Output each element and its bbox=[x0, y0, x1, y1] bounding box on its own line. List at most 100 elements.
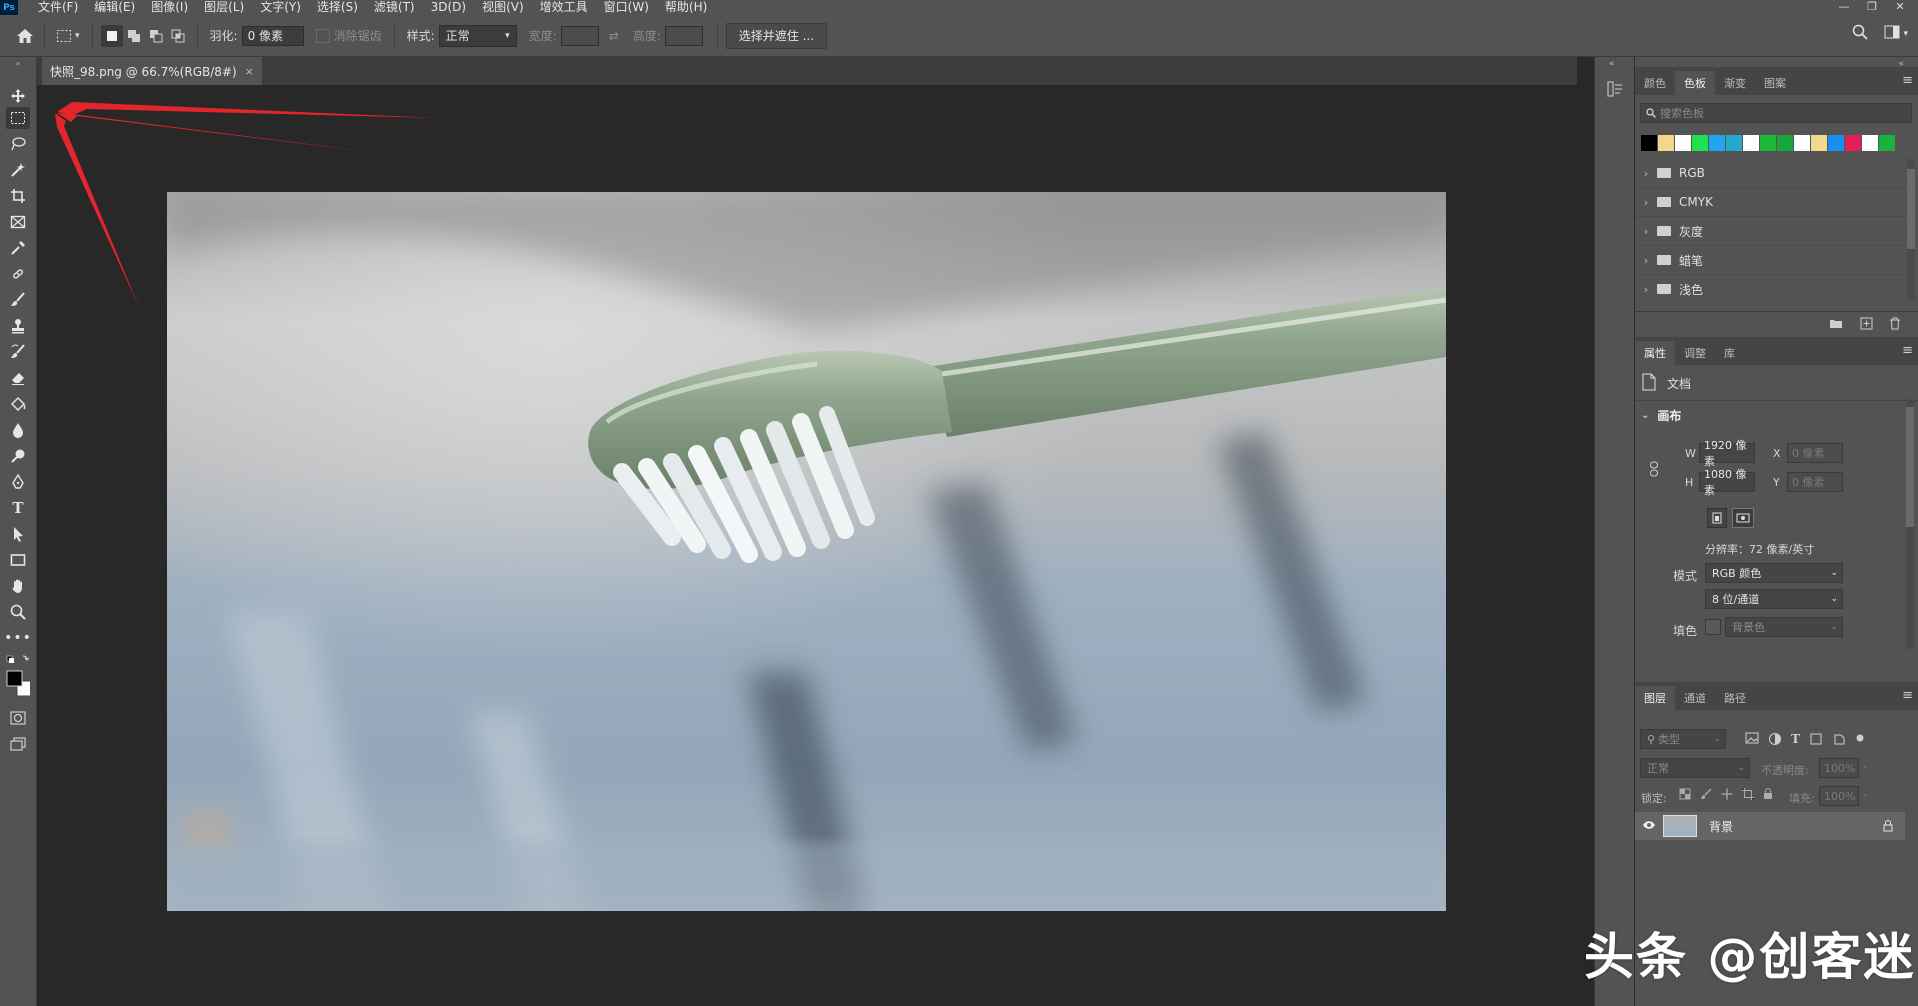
minimize-button[interactable]: — bbox=[1830, 0, 1858, 15]
menu-type[interactable]: 文字(Y) bbox=[252, 0, 309, 15]
chevron-down-icon[interactable]: ▾ bbox=[75, 31, 80, 41]
color-swatch[interactable] bbox=[1777, 135, 1794, 151]
paint-bucket-tool-icon[interactable] bbox=[6, 393, 30, 415]
swatch-group-light[interactable]: › 浅色 bbox=[1635, 275, 1905, 303]
antialias-checkbox[interactable] bbox=[315, 28, 330, 43]
fill-color-chip[interactable] bbox=[1705, 619, 1721, 635]
tab-channels[interactable]: 通道 bbox=[1675, 686, 1715, 710]
tab-color[interactable]: 颜色 bbox=[1635, 71, 1675, 95]
marquee-preset-icon[interactable] bbox=[53, 25, 75, 47]
workspace-icon[interactable] bbox=[1884, 25, 1900, 42]
panel-menu-icon[interactable]: ≡ bbox=[1902, 688, 1913, 703]
lock-all-icon[interactable] bbox=[1763, 788, 1773, 803]
scrollbar[interactable] bbox=[1907, 159, 1915, 299]
menu-edit[interactable]: 编辑(E) bbox=[86, 0, 143, 15]
color-swatches-icon[interactable] bbox=[6, 669, 30, 699]
menu-window[interactable]: 窗口(W) bbox=[596, 0, 657, 15]
color-swatch[interactable] bbox=[1845, 135, 1862, 151]
restore-button[interactable]: ❐ bbox=[1858, 0, 1886, 15]
close-button[interactable]: ✕ bbox=[1886, 0, 1914, 15]
filter-toggle-icon[interactable] bbox=[1855, 732, 1865, 749]
canvas-x-input[interactable]: 0 像素 bbox=[1787, 443, 1843, 463]
tab-layers[interactable]: 图层 bbox=[1635, 686, 1675, 710]
canvas-section-header[interactable]: ⌄ 画布 bbox=[1641, 407, 1681, 424]
clone-stamp-tool-icon[interactable] bbox=[6, 315, 30, 337]
chevron-down-icon[interactable]: ⌄ bbox=[1861, 789, 1869, 799]
menu-select[interactable]: 选择(S) bbox=[309, 0, 366, 15]
more-tools-icon[interactable]: ••• bbox=[4, 627, 31, 649]
add-selection-icon[interactable] bbox=[123, 25, 145, 47]
tab-adjustments[interactable]: 调整 bbox=[1675, 341, 1715, 365]
delete-icon[interactable] bbox=[1889, 317, 1901, 333]
opacity-input[interactable]: 100% bbox=[1819, 758, 1859, 778]
type-filter-icon[interactable]: T bbox=[1791, 732, 1800, 749]
eyedropper-tool-icon[interactable] bbox=[6, 237, 30, 259]
rectangle-tool-icon[interactable] bbox=[6, 549, 30, 571]
tab-gradients[interactable]: 渐变 bbox=[1715, 71, 1755, 95]
swatch-group-grayscale[interactable]: › 灰度 bbox=[1635, 217, 1905, 246]
chevron-down-icon[interactable]: ▾ bbox=[1903, 29, 1908, 39]
tab-patterns[interactable]: 图案 bbox=[1755, 71, 1795, 95]
color-swatch[interactable] bbox=[1760, 135, 1777, 151]
shape-filter-icon[interactable] bbox=[1809, 732, 1823, 749]
layer-row-background[interactable]: 背景 bbox=[1635, 812, 1905, 840]
eraser-tool-icon[interactable] bbox=[6, 367, 30, 389]
menu-filter[interactable]: 滤镜(T) bbox=[366, 0, 423, 15]
feather-input[interactable]: 0 像素 bbox=[241, 25, 304, 46]
color-swatch[interactable] bbox=[1828, 135, 1845, 151]
screen-mode-icon[interactable] bbox=[6, 733, 30, 755]
menu-help[interactable]: 帮助(H) bbox=[657, 0, 715, 15]
new-group-icon[interactable] bbox=[1829, 318, 1843, 332]
menu-file[interactable]: 文件(F) bbox=[30, 0, 86, 15]
color-swatch[interactable] bbox=[1726, 135, 1743, 151]
chevron-down-icon[interactable]: ⌄ bbox=[1861, 761, 1869, 771]
fill-select[interactable]: 背景色 ⌄ bbox=[1725, 617, 1843, 637]
menu-plugins[interactable]: 增效工具 bbox=[532, 0, 596, 15]
swap-icon[interactable]: ⇄ bbox=[609, 29, 619, 43]
height-input[interactable] bbox=[664, 25, 703, 46]
color-swatch[interactable] bbox=[1692, 135, 1709, 151]
dodge-tool-icon[interactable] bbox=[6, 445, 30, 467]
smart-object-filter-icon[interactable] bbox=[1832, 732, 1846, 749]
color-swatch[interactable] bbox=[1879, 135, 1896, 151]
magic-wand-tool-icon[interactable] bbox=[6, 159, 30, 181]
subtract-selection-icon[interactable] bbox=[145, 25, 167, 47]
collapse-icon[interactable]: « bbox=[1609, 59, 1615, 69]
home-icon[interactable] bbox=[14, 25, 36, 47]
select-and-mask-button[interactable]: 选择并遮住 ... bbox=[725, 22, 828, 49]
lock-artboard-icon[interactable] bbox=[1742, 788, 1754, 803]
canvas-width-input[interactable]: 1920 像素 bbox=[1699, 439, 1755, 468]
lasso-tool-icon[interactable] bbox=[6, 133, 30, 155]
bit-depth-select[interactable]: 8 位/通道 ⌄ bbox=[1705, 589, 1843, 609]
frame-tool-icon[interactable] bbox=[6, 211, 30, 233]
panel-menu-icon[interactable]: ≡ bbox=[1902, 343, 1913, 358]
link-icon[interactable] bbox=[1649, 461, 1659, 480]
adjustment-filter-icon[interactable] bbox=[1768, 732, 1782, 749]
new-swatch-icon[interactable] bbox=[1860, 317, 1873, 333]
lock-pixels-icon[interactable] bbox=[1700, 788, 1712, 803]
color-swatch[interactable] bbox=[1709, 135, 1726, 151]
width-input[interactable] bbox=[560, 25, 599, 46]
hand-tool-icon[interactable] bbox=[6, 575, 30, 597]
image-filter-icon[interactable] bbox=[1745, 732, 1759, 749]
tab-properties[interactable]: 属性 bbox=[1635, 341, 1675, 365]
fill-opacity-input[interactable]: 100% bbox=[1819, 786, 1859, 806]
search-icon[interactable] bbox=[1852, 24, 1869, 43]
history-brush-tool-icon[interactable] bbox=[6, 341, 30, 363]
document-tab[interactable]: 快照_98.png @ 66.7%(RGB/8#) × bbox=[42, 57, 262, 85]
tab-libraries[interactable]: 库 bbox=[1715, 341, 1744, 365]
pen-tool-icon[interactable] bbox=[6, 471, 30, 493]
layer-filter-select[interactable]: ⚲ 类型 ⌄ bbox=[1640, 729, 1726, 749]
color-swatch[interactable] bbox=[1862, 135, 1879, 151]
tab-swatches[interactable]: 色板 bbox=[1675, 71, 1715, 95]
lock-transparency-icon[interactable] bbox=[1679, 788, 1691, 803]
path-selection-tool-icon[interactable] bbox=[6, 523, 30, 545]
photoshop-logo[interactable]: Ps bbox=[0, 0, 18, 15]
intersect-selection-icon[interactable] bbox=[167, 25, 189, 47]
swatch-group-rgb[interactable]: › RGB bbox=[1635, 159, 1905, 188]
rectangular-marquee-tool-icon[interactable] bbox=[6, 107, 30, 129]
canvas-y-input[interactable]: 0 像素 bbox=[1787, 472, 1843, 492]
canvas-height-input[interactable]: 1080 像素 bbox=[1699, 468, 1755, 497]
quick-mask-icon[interactable] bbox=[6, 707, 30, 729]
color-swatch[interactable] bbox=[1658, 135, 1675, 151]
